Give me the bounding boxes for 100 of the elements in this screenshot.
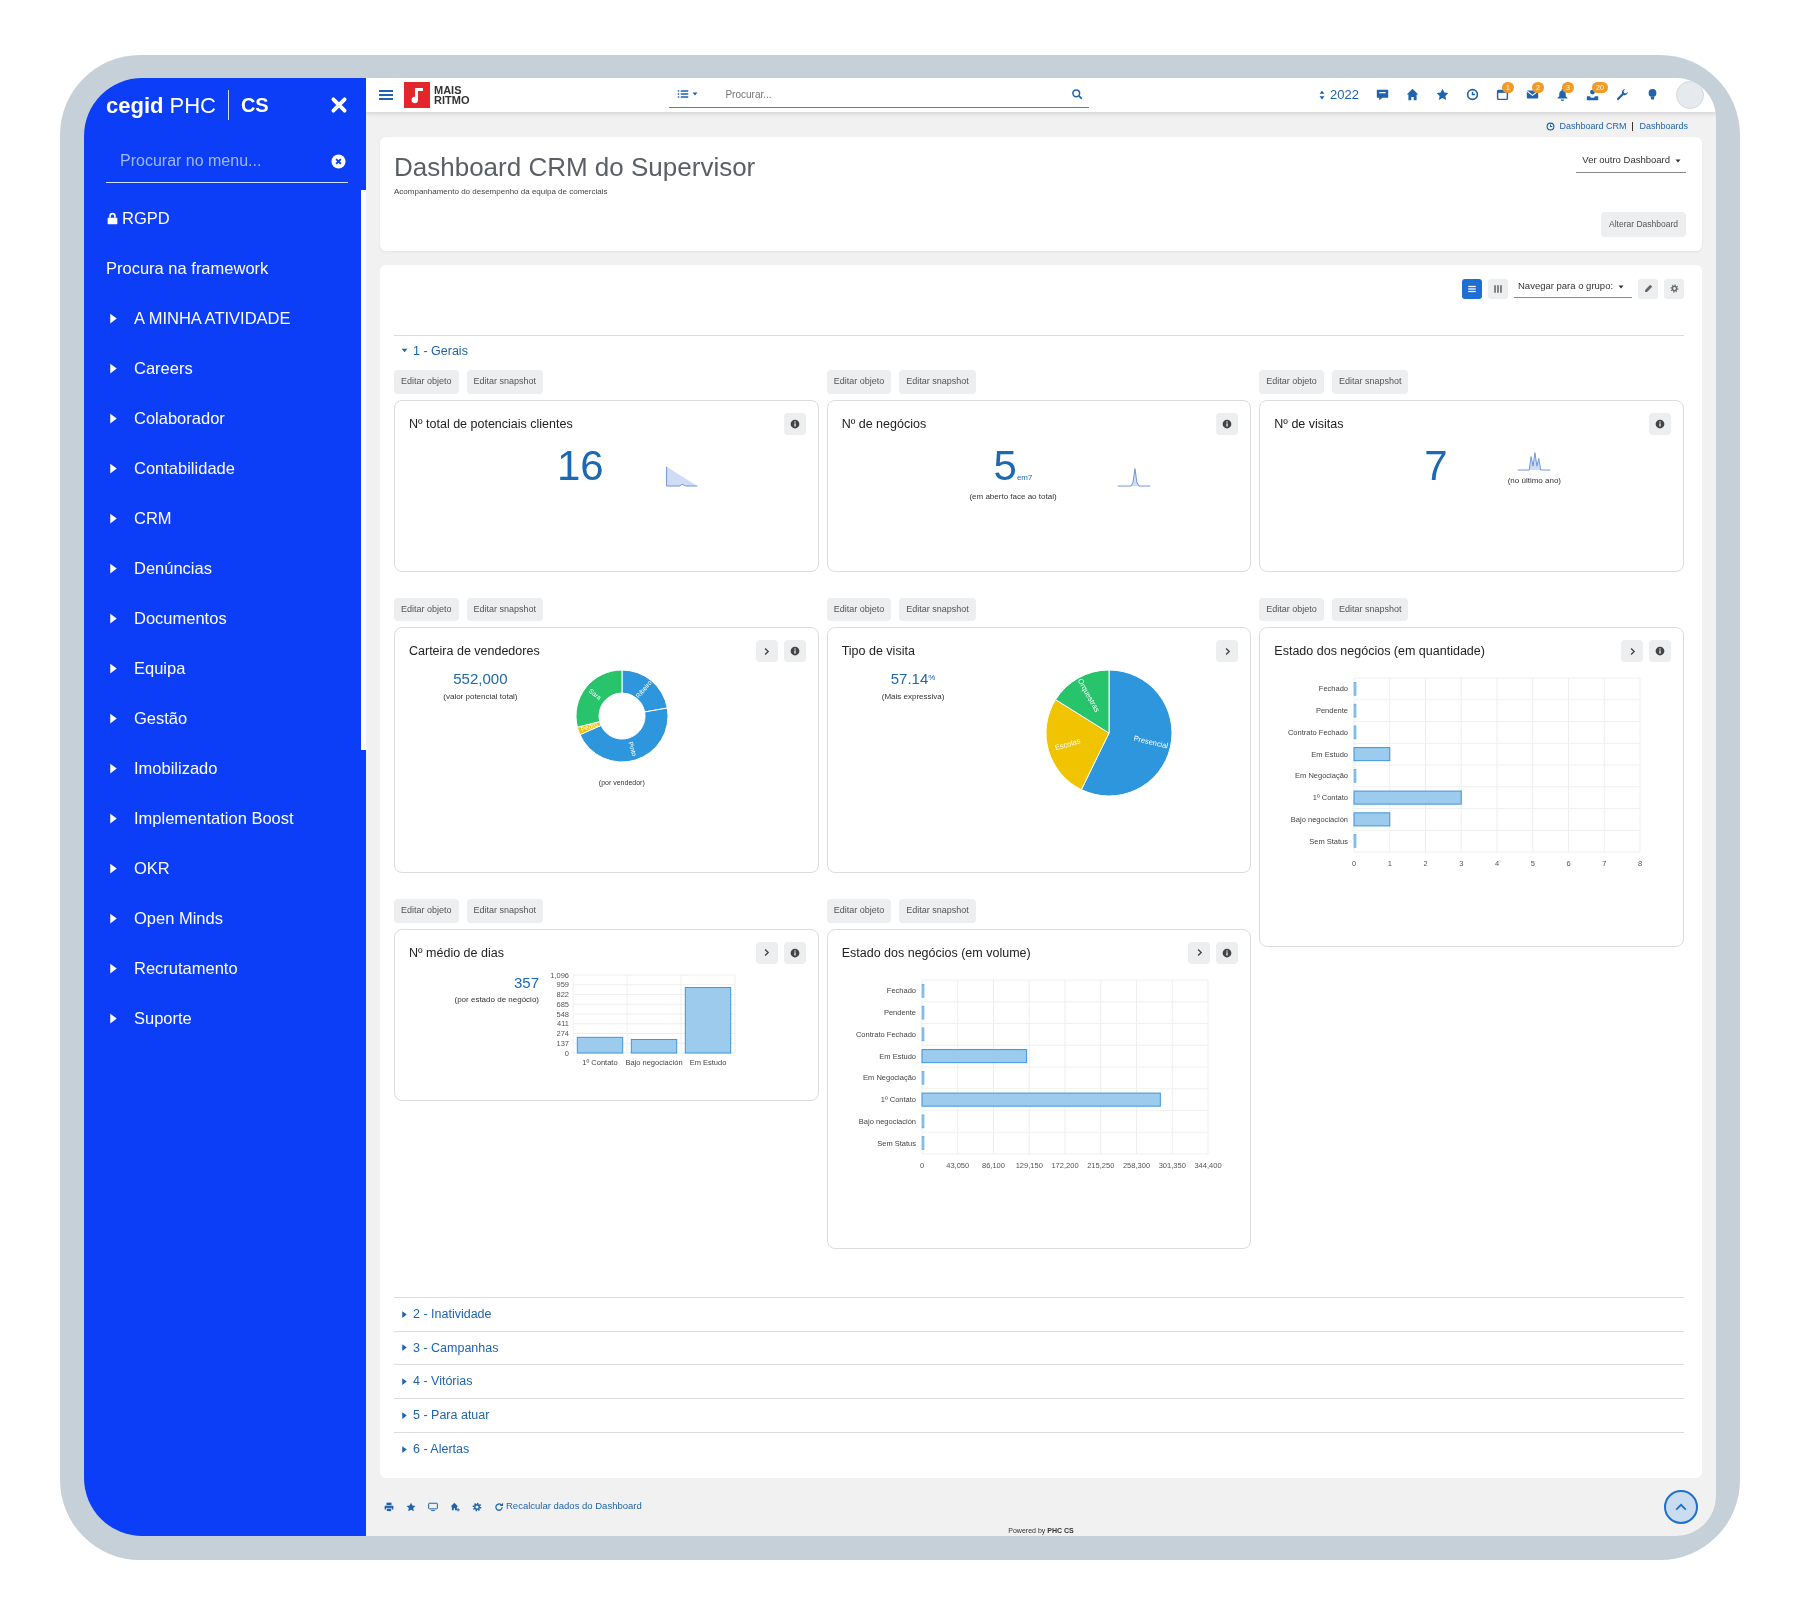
edit-button[interactable]: Editar objeto bbox=[826, 899, 892, 923]
menu-item[interactable]: Recrutamento bbox=[134, 955, 238, 981]
caret-right-icon[interactable] bbox=[107, 861, 120, 875]
info-icon[interactable] bbox=[1655, 418, 1665, 429]
edit-button[interactable]: Editar snapshot bbox=[466, 899, 544, 923]
caret-right-icon[interactable] bbox=[107, 961, 120, 975]
menu-item[interactable]: Colaborador bbox=[134, 405, 225, 431]
next-button[interactable] bbox=[1188, 941, 1211, 964]
caret-right-icon[interactable] bbox=[107, 461, 120, 475]
edit-button[interactable]: Editar objeto bbox=[826, 370, 892, 394]
search-icon[interactable] bbox=[1071, 88, 1084, 101]
caret-right-icon[interactable] bbox=[107, 411, 120, 425]
chevron-right-icon[interactable] bbox=[762, 948, 772, 958]
edit-button[interactable]: Editar objeto bbox=[826, 597, 892, 622]
home-icon[interactable] bbox=[450, 1501, 460, 1512]
info-button[interactable] bbox=[1649, 412, 1671, 435]
menu-item[interactable]: Procura na framework bbox=[106, 255, 269, 281]
info-button[interactable] bbox=[783, 941, 806, 964]
columns-icon[interactable] bbox=[1493, 283, 1503, 294]
edit-button[interactable]: Editar objeto bbox=[394, 597, 459, 622]
edit-button[interactable]: Editar snapshot bbox=[899, 899, 976, 923]
menu-item[interactable]: Careers bbox=[134, 355, 193, 381]
menu-item[interactable]: Implementation Boost bbox=[134, 805, 294, 831]
menu-item[interactable]: Gestão bbox=[134, 705, 188, 731]
edit-button[interactable]: Editar snapshot bbox=[466, 370, 544, 394]
group-dropdown[interactable]: Navegar para o grupo: bbox=[1514, 279, 1632, 298]
caret-right-icon[interactable] bbox=[400, 1377, 409, 1387]
gear-icon[interactable] bbox=[1669, 284, 1679, 293]
home-icon[interactable] bbox=[1406, 88, 1419, 102]
menu-item[interactable]: Documentos bbox=[134, 605, 227, 631]
caret-right-icon[interactable] bbox=[107, 311, 120, 325]
edit-button[interactable]: Editar snapshot bbox=[466, 597, 544, 622]
print-icon[interactable] bbox=[384, 1501, 394, 1512]
menu-item[interactable]: Suporte bbox=[134, 1005, 192, 1031]
scrollbar[interactable] bbox=[361, 190, 366, 750]
group-toggle[interactable]: 4 - Vitórias bbox=[413, 1372, 473, 1391]
edit-button[interactable]: Editar objeto bbox=[394, 370, 459, 394]
wrench-icon[interactable] bbox=[1616, 88, 1629, 102]
next-button[interactable] bbox=[1621, 640, 1643, 663]
bell-icon[interactable] bbox=[1556, 88, 1569, 102]
info-icon[interactable] bbox=[789, 418, 800, 429]
next-button[interactable] bbox=[755, 941, 778, 964]
info-button[interactable] bbox=[1649, 640, 1671, 663]
settings-icon[interactable] bbox=[472, 1501, 482, 1512]
info-icon[interactable] bbox=[1222, 418, 1233, 429]
info-icon[interactable] bbox=[789, 947, 800, 958]
clear-icon[interactable] bbox=[331, 153, 346, 169]
edit-button[interactable]: Editar objeto bbox=[1259, 370, 1324, 394]
edit-button[interactable]: Editar snapshot bbox=[1331, 370, 1409, 394]
menu-item[interactable]: Equipa bbox=[134, 655, 186, 681]
dashboard-dropdown[interactable]: Ver outro Dashboard bbox=[1576, 153, 1686, 173]
close-icon[interactable] bbox=[330, 96, 348, 114]
star-icon[interactable] bbox=[1436, 88, 1449, 102]
caret-right-icon[interactable] bbox=[107, 561, 120, 575]
caret-right-icon[interactable] bbox=[400, 1444, 409, 1454]
menu-item[interactable]: OKR bbox=[134, 855, 170, 881]
caret-right-icon[interactable] bbox=[400, 1309, 409, 1319]
group-toggle[interactable]: 1 - Gerais bbox=[413, 341, 468, 361]
info-icon[interactable] bbox=[1222, 947, 1233, 958]
caret-right-icon[interactable] bbox=[107, 1011, 120, 1025]
list-icon[interactable] bbox=[677, 88, 690, 101]
info-icon[interactable] bbox=[1655, 646, 1665, 657]
star-icon[interactable] bbox=[406, 1501, 416, 1512]
edit-button[interactable]: Editar snapshot bbox=[1331, 597, 1409, 622]
caret-right-icon[interactable] bbox=[107, 611, 120, 625]
pencil-icon[interactable] bbox=[1643, 284, 1653, 293]
refresh-icon[interactable] bbox=[494, 1501, 504, 1512]
scroll-top-button[interactable] bbox=[1664, 1489, 1698, 1524]
caret-right-icon[interactable] bbox=[107, 761, 120, 775]
caret-right-icon[interactable] bbox=[107, 811, 120, 825]
recalculate-link[interactable]: Recalcular dados do Dashboard bbox=[494, 1499, 642, 1514]
edit-button[interactable]: Editar snapshot bbox=[899, 597, 976, 622]
menu-item[interactable]: Open Minds bbox=[134, 905, 223, 931]
caret-right-icon[interactable] bbox=[107, 511, 120, 525]
menu-item[interactable]: A MINHA ATIVIDADE bbox=[134, 305, 291, 331]
caret-right-icon[interactable] bbox=[107, 911, 120, 925]
change-dashboard-button[interactable]: Alterar Dashboard bbox=[1601, 211, 1686, 237]
info-button[interactable] bbox=[1216, 941, 1239, 964]
group-toggle[interactable]: 2 - Inatividade bbox=[413, 1304, 492, 1324]
group-toggle[interactable]: 6 - Alertas bbox=[413, 1439, 470, 1459]
menu-item[interactable]: CRM bbox=[134, 505, 172, 531]
caret-right-icon[interactable] bbox=[107, 661, 120, 675]
breadcrumb-link[interactable]: Dashboard CRM bbox=[1559, 119, 1627, 134]
edit-button[interactable] bbox=[1638, 278, 1658, 299]
group-toggle[interactable]: 3 - Campanhas bbox=[413, 1338, 499, 1358]
year-selector[interactable]: 2022 bbox=[1317, 85, 1359, 105]
menu-item[interactable]: Imobilizado bbox=[134, 755, 218, 781]
chevron-right-icon[interactable] bbox=[762, 646, 772, 656]
info-button[interactable] bbox=[1216, 412, 1239, 435]
next-button[interactable] bbox=[755, 640, 778, 663]
info-button[interactable] bbox=[783, 412, 806, 435]
caret-right-icon[interactable] bbox=[107, 711, 120, 725]
next-button[interactable] bbox=[1216, 640, 1239, 663]
menu-item[interactable]: Denúncias bbox=[134, 555, 212, 581]
list-icon[interactable] bbox=[1467, 283, 1477, 294]
message-icon[interactable] bbox=[1376, 88, 1389, 102]
columns-view-button[interactable] bbox=[1488, 278, 1508, 299]
edit-button[interactable]: Editar snapshot bbox=[899, 370, 976, 394]
caret-right-icon[interactable] bbox=[400, 1410, 409, 1420]
clock-icon[interactable] bbox=[1466, 88, 1479, 102]
